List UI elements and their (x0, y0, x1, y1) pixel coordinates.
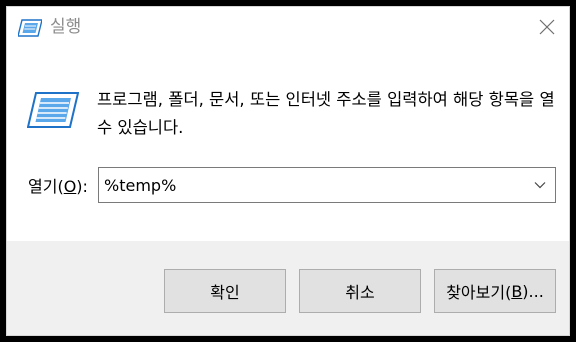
run-app-icon (18, 19, 42, 37)
chevron-down-icon (534, 182, 546, 189)
open-field-label: 열기(O): (28, 175, 88, 199)
open-label-prefix: 열기( (28, 177, 64, 196)
close-icon (539, 19, 555, 35)
title-bar[interactable]: 실행 (7, 7, 569, 47)
open-label-suffix: ): (76, 177, 88, 196)
window-title: 실행 (50, 17, 82, 37)
browse-label-suffix: )... (522, 281, 544, 301)
run-dialog: 실행 프로그램, 폴더, 문서, 또는 인터넷 주소를 입력하여 해당 항목을 … (6, 6, 570, 336)
dropdown-button[interactable] (525, 168, 555, 202)
open-label-accel: O (63, 177, 77, 196)
button-bar: 확인 취소 찾아보기(B)... (7, 241, 569, 335)
cancel-button[interactable]: 취소 (299, 269, 421, 313)
open-combobox[interactable] (98, 167, 556, 203)
close-button[interactable] (525, 7, 569, 47)
ok-button[interactable]: 확인 (164, 269, 286, 313)
open-input[interactable] (99, 168, 519, 202)
run-icon (27, 92, 79, 128)
browse-button[interactable]: 찾아보기(B)... (434, 269, 556, 313)
instruction-text: 프로그램, 폴더, 문서, 또는 인터넷 주소를 입력하여 해당 항목을 열 수… (97, 90, 555, 137)
browse-label-prefix: 찾아보기( (446, 283, 512, 302)
browse-label-accel: B (511, 281, 523, 301)
